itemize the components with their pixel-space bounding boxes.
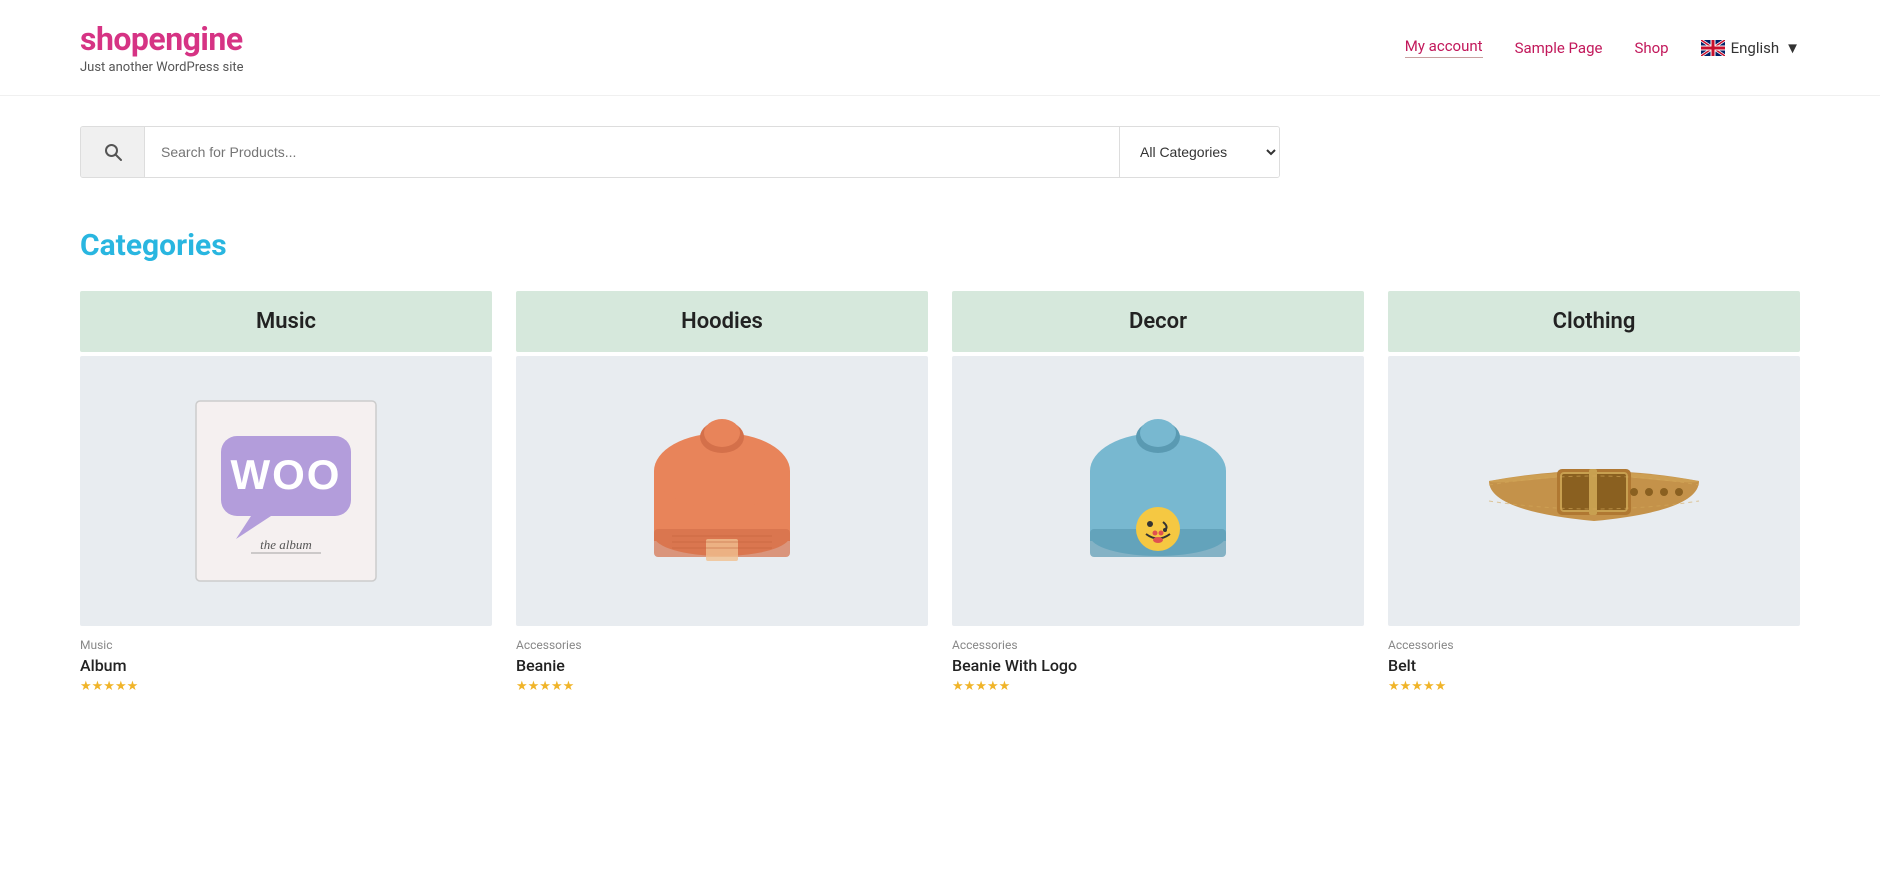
product-name-belt[interactable]: Belt bbox=[1388, 656, 1800, 675]
product-image-beanie-blue[interactable] bbox=[952, 356, 1364, 626]
category-label-music[interactable]: Music bbox=[80, 291, 492, 352]
language-label: English bbox=[1731, 39, 1780, 57]
search-bar: All Categories Music Hoodies Decor Cloth… bbox=[80, 126, 1280, 178]
album-illustration: WOO the album bbox=[176, 381, 396, 601]
category-label-decor[interactable]: Decor bbox=[952, 291, 1364, 352]
product-name-album[interactable]: Album bbox=[80, 656, 492, 675]
product-category-beanie-logo: Accessories bbox=[952, 638, 1364, 652]
categories-title: Categories bbox=[80, 228, 1800, 263]
search-icon bbox=[103, 142, 123, 162]
belt-illustration bbox=[1469, 401, 1719, 581]
beanie-orange-illustration bbox=[622, 381, 822, 601]
flag-icon bbox=[1701, 40, 1725, 56]
product-image-music[interactable]: WOO the album bbox=[80, 356, 492, 626]
language-dropdown-arrow[interactable]: ▼ bbox=[1785, 39, 1800, 57]
product-category-music: Music bbox=[80, 638, 492, 652]
nav-my-account[interactable]: My account bbox=[1405, 37, 1483, 58]
logo-area: shopengine Just another WordPress site bbox=[80, 20, 244, 75]
product-image-beanie-orange[interactable] bbox=[516, 356, 928, 626]
category-card-decor: Decor bbox=[952, 291, 1364, 694]
product-name-beanie[interactable]: Beanie bbox=[516, 656, 928, 675]
nav-sample-page[interactable]: Sample Page bbox=[1515, 39, 1603, 57]
categories-section: Categories Music WOO the album bbox=[0, 188, 1880, 734]
categories-grid: Music WOO the album Music Album ★ bbox=[80, 291, 1800, 694]
nav-shop[interactable]: Shop bbox=[1634, 39, 1668, 57]
product-rating-beanie-logo: ★★★★★ bbox=[952, 679, 1364, 694]
product-name-beanie-logo[interactable]: Beanie With Logo bbox=[952, 656, 1364, 675]
search-button[interactable] bbox=[81, 126, 145, 178]
category-card-hoodies: Hoodies bbox=[516, 291, 928, 694]
site-tagline: Just another WordPress site bbox=[80, 60, 244, 75]
search-input[interactable] bbox=[145, 126, 1119, 178]
svg-text:the album: the album bbox=[260, 537, 312, 552]
product-rating-album: ★★★★★ bbox=[80, 679, 492, 694]
category-card-clothing: Clothing bbox=[1388, 291, 1800, 694]
site-logo[interactable]: shopengine bbox=[80, 20, 244, 58]
category-select[interactable]: All Categories Music Hoodies Decor Cloth… bbox=[1119, 126, 1279, 178]
beanie-blue-illustration bbox=[1058, 381, 1258, 601]
category-label-clothing[interactable]: Clothing bbox=[1388, 291, 1800, 352]
site-header: shopengine Just another WordPress site M… bbox=[0, 0, 1880, 96]
product-rating-beanie: ★★★★★ bbox=[516, 679, 928, 694]
product-rating-belt: ★★★★★ bbox=[1388, 679, 1800, 694]
product-category-beanie: Accessories bbox=[516, 638, 928, 652]
search-section: All Categories Music Hoodies Decor Cloth… bbox=[0, 96, 1880, 188]
product-category-belt: Accessories bbox=[1388, 638, 1800, 652]
svg-text:WOO: WOO bbox=[231, 451, 342, 498]
product-image-belt[interactable] bbox=[1388, 356, 1800, 626]
language-switcher[interactable]: English ▼ bbox=[1701, 39, 1800, 57]
category-label-hoodies[interactable]: Hoodies bbox=[516, 291, 928, 352]
category-card-music: Music WOO the album Music Album ★ bbox=[80, 291, 492, 694]
main-nav: My account Sample Page Shop English ▼ bbox=[1405, 37, 1800, 58]
